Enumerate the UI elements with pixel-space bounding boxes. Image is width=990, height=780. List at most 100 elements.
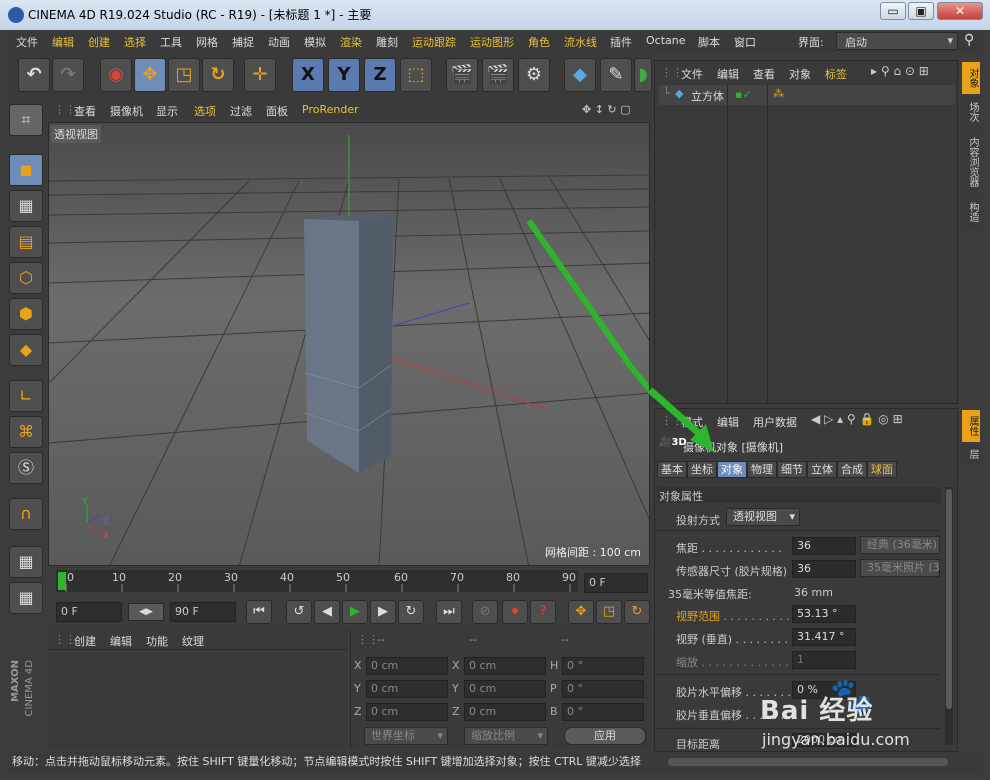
object-menu-tags[interactable]: 标签 [825,66,847,82]
menu-simulate[interactable]: 模拟 [304,34,326,50]
maximize-button[interactable]: ▣ [908,2,934,20]
viewport-menu-prorender[interactable]: ProRender [302,103,359,116]
tab-object[interactable]: 对象 [717,461,747,478]
menu-pipeline[interactable]: 流水线 [564,34,597,50]
solo-mode-icon[interactable]: Ⓢ [9,452,43,484]
close-button[interactable]: ✕ [937,2,983,20]
z-axis-lock-button[interactable]: Z [364,58,396,92]
key-position-icon[interactable]: ✥ [568,600,594,624]
current-frame-field[interactable]: 0 F [584,573,648,593]
key-rotation-icon[interactable]: ↻ [624,600,650,624]
tab-content-browser[interactable]: 内容浏览器 [962,130,980,194]
tab-spherical[interactable]: 球面 [867,461,897,478]
projection-select[interactable]: 透视视图 ▾ [726,508,800,526]
perspective-viewport[interactable]: 透视视图 Y Z X 网格间距 : 100 cm [48,122,650,566]
render-view-icon[interactable]: 🎬 [446,58,478,92]
coord-field-b[interactable]: 0 ° [562,703,644,721]
focal-length-preset[interactable]: 经典 (36毫米) [860,536,940,554]
vertical-fov-field[interactable]: 31.417 ° [792,628,856,646]
visibility-check-icon[interactable]: ▪✓ [735,88,752,101]
search-icon[interactable]: ⚲ [964,32,974,48]
tab-composition[interactable]: 合成 [837,461,867,478]
menu-mesh[interactable]: 网格 [196,34,218,50]
menu-plugins[interactable]: 插件 [610,34,632,50]
layout-select[interactable]: 启动 ▾ [836,32,958,50]
viewport-menu-panel[interactable]: 面板 [266,103,288,119]
cube-primitive-icon[interactable]: ◆ [564,58,596,92]
redo-icon[interactable]: ↷ [52,58,84,92]
workplane-align-icon[interactable]: ▦ [9,582,43,614]
zoom-field[interactable]: 1 [792,651,856,669]
move-tool-icon[interactable]: ✥ [134,58,166,92]
menu-select[interactable]: 选择 [124,34,146,50]
object-menu-view[interactable]: 查看 [753,66,775,82]
tab-physical[interactable]: 物理 [747,461,777,478]
record-key-icon[interactable]: ⏺ [502,600,528,624]
scale-mode-select[interactable]: 缩放比例 ▾ [464,727,548,745]
menu-motion-tracking[interactable]: 运动跟踪 [412,34,456,50]
key-scale-icon[interactable]: ◳ [596,600,622,624]
render-to-picture-viewer-icon[interactable]: 🎬 [482,58,514,92]
apply-button[interactable]: 应用 [564,727,646,745]
snap-magnet-icon[interactable]: ∩ [9,498,43,530]
coord-field-h[interactable]: 0 ° [562,657,644,675]
scale-tool-icon[interactable]: ◳ [168,58,200,92]
tab-basic[interactable]: 基本 [657,461,687,478]
focal-length-field[interactable]: 36 [792,537,856,555]
menu-character[interactable]: 角色 [528,34,550,50]
object-menu-object[interactable]: 对象 [789,66,811,82]
attribute-menu-userdata[interactable]: 用户数据 [753,414,797,430]
world-coordinates-select[interactable]: 世界坐标 ▾ [364,727,448,745]
subdivision-icon[interactable]: ◗ [634,58,652,92]
end-frame-field[interactable]: 90 F [170,602,236,622]
menu-create[interactable]: 创建 [88,34,110,50]
previous-key-icon[interactable]: ↺ [286,600,312,624]
polygons-mode-icon[interactable]: ◆ [9,334,43,366]
object-manager-tool-icons[interactable]: ▸ ⚲ ⌂ ⊙ ⊞ [871,64,929,78]
menu-octane[interactable]: Octane [646,34,686,47]
viewport-menu-options[interactable]: 选项 [194,103,216,119]
menu-snap[interactable]: 捕捉 [232,34,254,50]
viewport-menu-camera[interactable]: 摄像机 [110,103,143,119]
make-editable-icon[interactable]: ⌗ [9,104,43,136]
viewport-menu-display[interactable]: 显示 [156,103,178,119]
render-settings-icon[interactable]: ⚙ [518,58,550,92]
menu-render[interactable]: 渲染 [340,34,362,50]
model-mode-icon[interactable]: ◼ [9,154,43,186]
y-axis-lock-button[interactable]: Y [328,58,360,92]
coord-field-p[interactable]: 0 ° [562,680,644,698]
menu-edit[interactable]: 编辑 [52,34,74,50]
rotate-tool-icon[interactable]: ↻ [202,58,234,92]
axis-mode-icon[interactable]: ∟ [9,380,43,412]
keyframe-selection-icon[interactable]: ⊘ [472,600,498,624]
menu-sculpt[interactable]: 雕刻 [376,34,398,50]
object-menu-file[interactable]: 文件 [681,66,703,82]
coord-field-sx[interactable]: 0 cm [464,657,546,675]
menu-tools[interactable]: 工具 [160,34,182,50]
x-axis-lock-button[interactable]: X [292,58,324,92]
sensor-size-preset[interactable]: 35毫米照片 (36 [860,559,940,577]
coord-field-sy[interactable]: 0 cm [464,680,546,698]
material-menu-texture[interactable]: 纹理 [182,633,204,649]
object-row-cube[interactable]: └ ◆ 立方体 ▪✓ ⁂ [659,85,955,105]
field-of-view-field[interactable]: 53.13 ° [792,605,856,623]
attribute-nav-icons[interactable]: ◀ ▷ ▴ ⚲ 🔒 ◎ ⊞ [811,412,903,426]
next-key-icon[interactable]: ↻ [398,600,424,624]
tab-layers[interactable]: 层 [962,444,980,464]
edges-mode-icon[interactable]: ⬢ [9,298,43,330]
texture-mode-icon[interactable]: ▦ [9,190,43,222]
coordinate-system-icon[interactable]: ⬚ [400,58,432,92]
scrollbar-bottom[interactable] [668,758,948,766]
material-menu-create[interactable]: 创建 [74,633,96,649]
transform-tool-icon[interactable]: ✛ [244,58,276,92]
coord-field-py[interactable]: 0 cm [366,680,448,698]
next-frame-icon[interactable]: ▶ [370,600,396,624]
points-mode-icon[interactable]: ⬡ [9,262,43,294]
tag-material-icon[interactable]: ⁂ [773,87,784,100]
menu-window[interactable]: 窗口 [734,34,756,50]
attribute-menu-mode[interactable]: 模式 [681,414,703,430]
sensor-size-field[interactable]: 36 [792,560,856,578]
material-menu-edit[interactable]: 编辑 [110,633,132,649]
tab-attributes[interactable]: 属性 [962,410,980,442]
autokeying-icon[interactable]: ? [530,600,556,624]
